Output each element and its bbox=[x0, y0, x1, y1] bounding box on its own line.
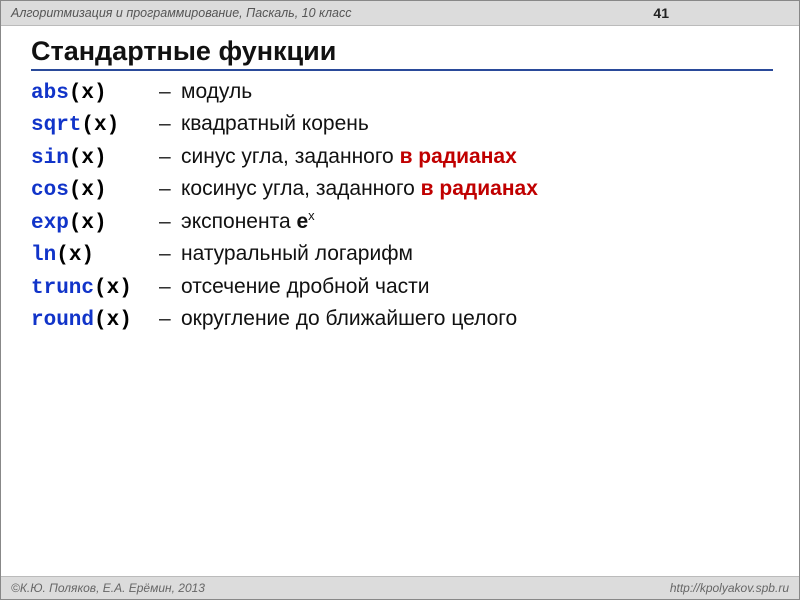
dash: – bbox=[159, 239, 181, 269]
func-arg: (x) bbox=[94, 277, 132, 300]
func-name: abs bbox=[31, 82, 69, 105]
func-name: ln bbox=[31, 244, 56, 267]
func-arg: (x) bbox=[69, 147, 107, 170]
func-desc: модуль bbox=[181, 77, 252, 107]
func-desc: округление до ближайшего целого bbox=[181, 304, 517, 334]
dash: – bbox=[159, 207, 181, 237]
func-arg: (x) bbox=[69, 82, 107, 105]
func-name: trunc bbox=[31, 277, 94, 300]
func-arg: (x) bbox=[81, 114, 119, 137]
footer-url: http://kpolyakov.spb.ru bbox=[670, 581, 789, 595]
func-name: cos bbox=[31, 179, 69, 202]
page-number: 41 bbox=[653, 5, 669, 21]
func-signature: sqrt(x) bbox=[31, 111, 159, 141]
dash: – bbox=[159, 142, 181, 172]
content-area: Стандартные функции abs(x) – модуль sqrt… bbox=[1, 26, 799, 337]
func-signature: trunc(x) bbox=[31, 274, 159, 304]
func-arg: (x) bbox=[69, 179, 107, 202]
function-list: abs(x) – модуль sqrt(x) – квадратный кор… bbox=[31, 77, 773, 337]
slide: Алгоритмизация и программирование, Паска… bbox=[0, 0, 800, 600]
func-desc: синус угла, заданного в радианах bbox=[181, 142, 517, 172]
func-desc: квадратный корень bbox=[181, 109, 369, 139]
list-item: exp(x) – экспонента ex bbox=[31, 207, 773, 239]
func-desc: косинус угла, заданного в радианах bbox=[181, 174, 538, 204]
func-desc: экспонента ex bbox=[181, 207, 315, 237]
list-item: cos(x) – косинус угла, заданного в радиа… bbox=[31, 174, 773, 206]
func-name: sqrt bbox=[31, 114, 81, 137]
func-signature: sin(x) bbox=[31, 144, 159, 174]
func-arg: (x) bbox=[56, 244, 94, 267]
footer-authors: ©К.Ю. Поляков, Е.А. Ерёмин, 2013 bbox=[11, 581, 205, 595]
dash: – bbox=[159, 304, 181, 334]
list-item: ln(x) – натуральный логарифм bbox=[31, 239, 773, 271]
header-bar: Алгоритмизация и программирование, Паска… bbox=[1, 1, 799, 26]
func-desc: отсечение дробной части bbox=[181, 272, 430, 302]
func-signature: abs(x) bbox=[31, 79, 159, 109]
func-name: exp bbox=[31, 212, 69, 235]
course-title: Алгоритмизация и программирование, Паска… bbox=[11, 6, 351, 20]
slide-title: Стандартные функции bbox=[31, 36, 773, 71]
func-arg: (x) bbox=[69, 212, 107, 235]
list-item: sin(x) – синус угла, заданного в радиана… bbox=[31, 142, 773, 174]
list-item: sqrt(x) – квадратный корень bbox=[31, 109, 773, 141]
dash: – bbox=[159, 77, 181, 107]
func-name: sin bbox=[31, 147, 69, 170]
func-arg: (x) bbox=[94, 309, 132, 332]
dash: – bbox=[159, 109, 181, 139]
list-item: round(x) – округление до ближайшего цело… bbox=[31, 304, 773, 336]
func-signature: ln(x) bbox=[31, 241, 159, 271]
func-name: round bbox=[31, 309, 94, 332]
footer-bar: ©К.Ю. Поляков, Е.А. Ерёмин, 2013 http://… bbox=[1, 576, 799, 599]
func-signature: exp(x) bbox=[31, 209, 159, 239]
list-item: trunc(x) – отсечение дробной части bbox=[31, 272, 773, 304]
func-signature: cos(x) bbox=[31, 176, 159, 206]
dash: – bbox=[159, 174, 181, 204]
list-item: abs(x) – модуль bbox=[31, 77, 773, 109]
func-desc: натуральный логарифм bbox=[181, 239, 413, 269]
func-signature: round(x) bbox=[31, 306, 159, 336]
dash: – bbox=[159, 272, 181, 302]
